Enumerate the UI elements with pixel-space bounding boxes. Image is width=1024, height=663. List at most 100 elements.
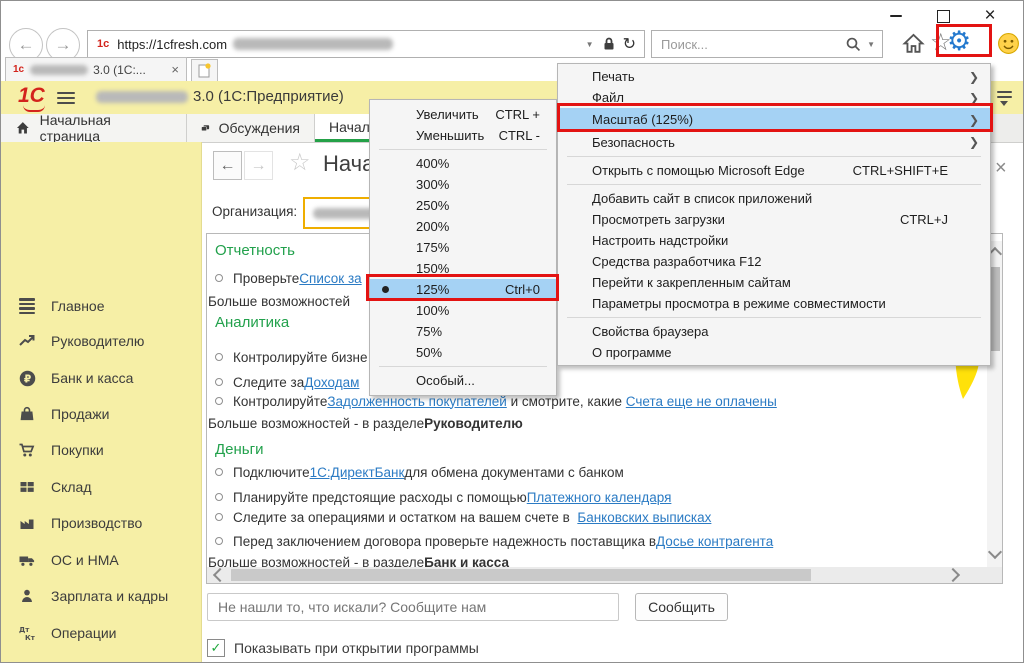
sidebar-item-main[interactable]: Главное	[1, 291, 201, 321]
browser-tab[interactable]: 1с 3.0 (1С:... ×	[5, 57, 187, 81]
menu-item-zoom-150[interactable]: 150%	[370, 258, 556, 279]
menu-item-compatibility-view[interactable]: Параметры просмотра в режиме совместимос…	[558, 293, 990, 314]
debit-credit-icon: ДтКт	[17, 623, 37, 643]
section-money-title: Деньги	[215, 441, 263, 458]
menu-item-zoom-in[interactable]: УвеличитьCTRL +	[370, 104, 556, 125]
address-bar[interactable]: 1с https://1cfresh.com ▼ ↻	[87, 30, 645, 58]
reporting-bullet-1: Проверьте Список за	[215, 269, 362, 287]
minimize-button[interactable]	[881, 6, 911, 26]
app-menu-icon[interactable]	[57, 89, 75, 107]
menu-item-zoom[interactable]: Масштаб (125%)❯	[558, 108, 990, 131]
sidebar-item-manager[interactable]: Руководителю	[1, 326, 201, 356]
feedback-input[interactable]	[207, 593, 619, 621]
settings-gear-icon[interactable]: ⚙	[947, 26, 971, 57]
menu-item-open-edge[interactable]: Открыть с помощью Microsoft EdgeCTRL+SHI…	[558, 160, 990, 181]
menu-item-zoom-75[interactable]: 75%	[370, 321, 556, 342]
bank-statements-link[interactable]: Банковских выписках	[577, 510, 711, 525]
horizontal-scrollbar-thumb[interactable]	[231, 569, 811, 581]
menu-item-zoom-100[interactable]: 100%	[370, 300, 556, 321]
menu-item-view-downloads[interactable]: Просмотреть загрузкиCTRL+J	[558, 209, 990, 230]
menu-item-zoom-custom[interactable]: Особый...	[370, 370, 556, 391]
search-box[interactable]: Поиск... ▼	[651, 30, 883, 58]
feedback-smiley-icon[interactable]	[997, 32, 1020, 55]
menu-item-pinned-sites[interactable]: Перейти к закрепленным сайтам	[558, 272, 990, 293]
bar-chart-icon	[17, 659, 37, 663]
sidebar-item-warehouse[interactable]: Склад	[1, 472, 201, 502]
menu-item-dev-tools[interactable]: Средства разработчика F12	[558, 251, 990, 272]
menu-separator	[379, 149, 547, 150]
sidebar-item-production[interactable]: Производство	[1, 508, 201, 538]
sidebar-item-reports[interactable]: Отчеты	[1, 654, 201, 663]
scroll-left-icon[interactable]	[213, 568, 227, 582]
tab-title-blurred	[30, 65, 88, 75]
counterparty-dossier-link[interactable]: Досье контрагента	[656, 534, 773, 549]
menu-separator	[379, 366, 547, 367]
tab-close-icon[interactable]: ×	[171, 62, 179, 77]
search-dropdown-icon[interactable]: ▼	[862, 40, 882, 49]
form-forward-button[interactable]: →	[244, 151, 273, 180]
search-icon[interactable]	[845, 36, 862, 53]
menu-item-about[interactable]: О программе	[558, 342, 990, 363]
form-close-icon[interactable]: ×	[995, 157, 1007, 180]
analytics-bullet-1: Контролируйте бизне	[215, 348, 368, 366]
maximize-button[interactable]	[928, 6, 958, 26]
selected-radio-dot	[382, 286, 389, 293]
menu-item-zoom-175[interactable]: 175%	[370, 237, 556, 258]
money-bullet-4: Перед заключением договора проверьте над…	[215, 532, 773, 550]
menu-item-internet-options[interactable]: Свойства браузера	[558, 321, 990, 342]
organization-label: Организация:	[212, 204, 297, 219]
menu-item-zoom-250[interactable]: 250%	[370, 195, 556, 216]
menu-item-print[interactable]: Печать❯	[558, 66, 990, 87]
app-functions-icon[interactable]	[997, 88, 1012, 106]
search-placeholder: Поиск...	[661, 37, 708, 52]
menu-item-add-site-to-apps[interactable]: Добавить сайт в список приложений	[558, 188, 990, 209]
sidebar: Главное Руководителю ₽ Банк и касса Прод…	[1, 142, 202, 663]
menu-item-file[interactable]: Файл❯	[558, 87, 990, 108]
ruble-circle-icon: ₽	[17, 368, 37, 388]
form-back-button[interactable]: ←	[213, 151, 242, 180]
menu-item-security[interactable]: Безопасность❯	[558, 131, 990, 153]
new-tab-button[interactable]	[191, 59, 218, 81]
menu-item-zoom-out[interactable]: УменьшитьCTRL -	[370, 125, 556, 146]
section-analytics-title: Аналитика	[215, 314, 289, 331]
horizontal-scrollbar[interactable]	[207, 567, 1002, 583]
menu-item-zoom-400[interactable]: 400%	[370, 153, 556, 174]
settings-menu: Печать❯ Файл❯ Масштаб (125%)❯ Безопаснос…	[557, 63, 991, 366]
tab-home-page-active[interactable]: Начал	[315, 114, 375, 142]
sidebar-item-payroll-hr[interactable]: Зарплата и кадры	[1, 581, 201, 611]
menu-item-zoom-50[interactable]: 50%	[370, 342, 556, 363]
unpaid-invoices-link[interactable]: Счета еще не оплачены	[626, 394, 777, 409]
scroll-down-icon[interactable]	[988, 545, 1002, 559]
income-link[interactable]: Доходам	[304, 375, 359, 390]
svg-text:Кт: Кт	[25, 634, 36, 642]
task-list-link[interactable]: Список за	[299, 271, 361, 286]
close-button[interactable]: ×	[975, 6, 1005, 26]
show-on-start-checkbox[interactable]: ✓	[207, 639, 225, 657]
menu-item-zoom-200[interactable]: 200%	[370, 216, 556, 237]
analytics-bullet-2: Следите за Доходам	[215, 373, 359, 391]
address-dropdown-icon[interactable]: ▼	[579, 40, 601, 49]
url-text: https://1cfresh.com	[117, 37, 227, 52]
form-back-icon: ←	[220, 157, 236, 175]
menu-separator	[567, 156, 981, 157]
zoom-submenu: УвеличитьCTRL + УменьшитьCTRL - 400% 300…	[369, 99, 557, 396]
menu-item-manage-addons[interactable]: Настроить надстройки	[558, 230, 990, 251]
feedback-submit-button[interactable]: Сообщить	[635, 593, 728, 621]
payment-calendar-link[interactable]: Платежного календаря	[527, 490, 672, 505]
directbank-link[interactable]: 1С:ДиректБанк	[310, 465, 405, 480]
svg-text:₽: ₽	[23, 372, 30, 385]
menu-item-zoom-300[interactable]: 300%	[370, 174, 556, 195]
sidebar-item-purchases[interactable]: Покупки	[1, 435, 201, 465]
tab-discussions[interactable]: Обсуждения	[187, 114, 315, 142]
sidebar-item-sales[interactable]: Продажи	[1, 399, 201, 429]
scroll-right-icon[interactable]	[946, 568, 960, 582]
home-icon[interactable]	[902, 32, 925, 55]
sidebar-item-operations[interactable]: ДтКт Операции	[1, 618, 201, 648]
refresh-icon[interactable]: ↻	[617, 34, 644, 54]
menu-item-zoom-125-selected[interactable]: 125%Ctrl+0	[370, 279, 556, 300]
tab-home-page[interactable]: Начальная страница	[1, 114, 187, 142]
sidebar-item-bank-cash[interactable]: ₽ Банк и касса	[1, 363, 201, 393]
favorite-form-star-icon[interactable]: ☆	[289, 148, 311, 177]
sidebar-item-fixed-assets[interactable]: ОС и НМА	[1, 545, 201, 575]
svg-text:Дт: Дт	[19, 626, 30, 634]
